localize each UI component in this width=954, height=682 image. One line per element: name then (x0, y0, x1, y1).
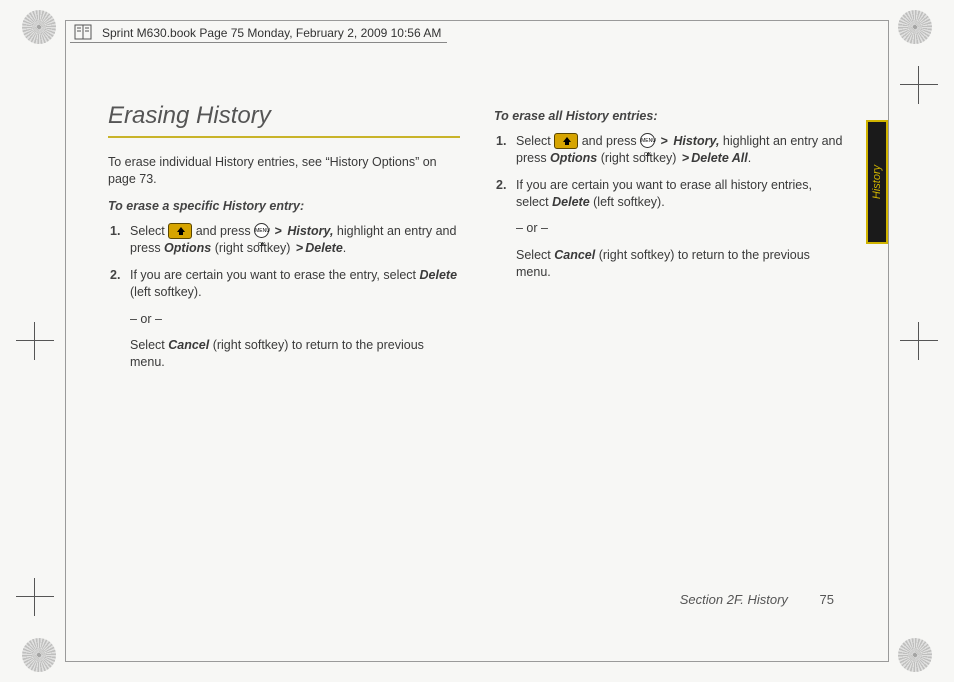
section-side-tab: History (866, 120, 888, 244)
step-text: If you are certain you want to erase the… (130, 268, 420, 282)
delete-all-label: Delete All (691, 151, 748, 165)
book-icon (73, 22, 93, 42)
alt-step: Select Cancel (right softkey) to return … (494, 247, 846, 281)
breadcrumb-sep-icon (273, 224, 284, 238)
step-text: Select (130, 338, 168, 352)
crop-mark-side-bottom (22, 584, 48, 610)
step-text: Select (516, 134, 554, 148)
menu-ok-key-icon: MENU OK (254, 223, 269, 238)
step-number: 1. (496, 133, 506, 150)
crop-mark-top-right (898, 10, 932, 44)
framemaker-header-text: Sprint M630.book Page 75 Monday, Februar… (102, 26, 441, 40)
breadcrumb-sep-icon (659, 134, 670, 148)
menu-ok-key-icon: MENU OK (640, 133, 655, 148)
steps-specific: 1. Select and press MENU OK History, hig… (108, 223, 460, 301)
step-2: 2. If you are certain you want to erase … (494, 177, 846, 211)
home-key-icon (554, 133, 578, 149)
crop-mark-side-right (906, 328, 932, 354)
delete-label: Delete (552, 195, 590, 209)
or-separator: – or – (108, 311, 460, 328)
footer-section: Section 2F. History (680, 592, 788, 607)
right-column: To erase all History entries: 1. Select … (494, 100, 846, 602)
step-number: 1. (110, 223, 120, 240)
subhead-all: To erase all History entries: (494, 108, 846, 125)
subhead-specific: To erase a specific History entry: (108, 198, 460, 215)
step-text: (left softkey). (590, 195, 665, 209)
crop-mark-side-top (906, 72, 932, 98)
footer-page-number: 75 (820, 592, 834, 607)
step-2: 2. If you are certain you want to erase … (108, 267, 460, 301)
page-footer: Section 2F. History 75 (680, 592, 834, 607)
step-text: (left softkey). (130, 285, 202, 299)
step-text: Select (130, 224, 168, 238)
crop-mark-bottom-right (898, 638, 932, 672)
options-label: Options (164, 241, 211, 255)
step-text: . (343, 241, 346, 255)
step-number: 2. (110, 267, 120, 284)
step-text: and press (196, 224, 254, 238)
steps-all: 1. Select and press MENU OK History, hig… (494, 133, 846, 211)
page-content: Erasing History To erase individual Hist… (108, 100, 846, 602)
step-text: and press (582, 134, 640, 148)
delete-label: Delete (305, 241, 343, 255)
crop-mark-side-left (22, 328, 48, 354)
step-1: 1. Select and press MENU OK History, hig… (494, 133, 846, 167)
step-1: 1. Select and press MENU OK History, hig… (108, 223, 460, 257)
cancel-label: Cancel (554, 248, 595, 262)
home-key-icon (168, 223, 192, 239)
options-label: Options (550, 151, 597, 165)
breadcrumb-sep-icon (294, 241, 305, 255)
step-text: (right softkey) (601, 151, 680, 165)
step-text: (right softkey) (215, 241, 294, 255)
history-label: History, (287, 224, 333, 238)
framemaker-header: Sprint M630.book Page 75 Monday, Februar… (70, 26, 447, 43)
cancel-label: Cancel (168, 338, 209, 352)
breadcrumb-sep-icon (680, 151, 691, 165)
delete-label: Delete (420, 268, 458, 282)
intro-text: To erase individual History entries, see… (108, 154, 460, 188)
or-separator: – or – (494, 220, 846, 237)
alt-step: Select Cancel (right softkey) to return … (108, 337, 460, 371)
step-text: Select (516, 248, 554, 262)
left-column: Erasing History To erase individual Hist… (108, 100, 460, 602)
crop-mark-top-left (22, 10, 56, 44)
step-text: . (748, 151, 751, 165)
section-side-tab-label: History (871, 165, 883, 199)
history-label: History, (673, 134, 719, 148)
crop-mark-bottom-left (22, 638, 56, 672)
section-title: Erasing History (108, 100, 460, 138)
step-number: 2. (496, 177, 506, 194)
